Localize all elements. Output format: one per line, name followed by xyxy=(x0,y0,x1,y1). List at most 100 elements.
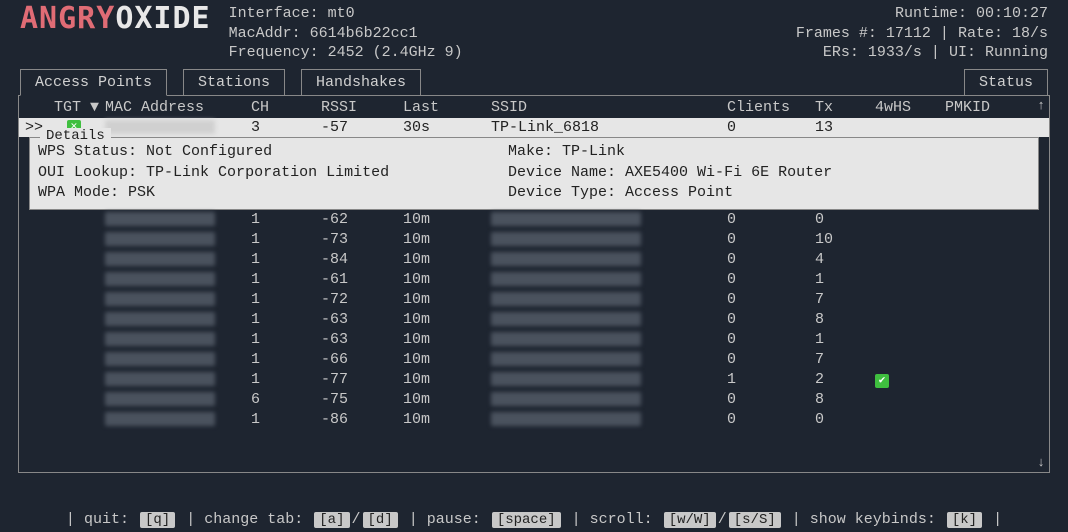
cell-rssi: -73 xyxy=(321,230,403,250)
tab-status[interactable]: Status xyxy=(964,69,1048,96)
key-space[interactable]: [space] xyxy=(492,512,561,528)
col-mac[interactable]: MAC Address xyxy=(105,99,251,116)
interface-value: mt0 xyxy=(328,5,355,22)
table-row[interactable]: 6-7510m08 xyxy=(19,390,1049,410)
col-pmkid[interactable]: PMKID xyxy=(945,99,1013,116)
col-clients[interactable]: Clients xyxy=(727,99,815,116)
col-ssid[interactable]: SSID xyxy=(491,99,727,116)
header-info-left: Interface: mt0 MacAddr: 6614b6b22cc1 Fre… xyxy=(229,4,463,63)
cell-ch: 1 xyxy=(251,230,321,250)
cell-ch: 1 xyxy=(251,330,321,350)
col-4whs[interactable]: 4wHS xyxy=(875,99,945,116)
table-row[interactable]: 1-6610m07 xyxy=(19,350,1049,370)
mac-redacted xyxy=(105,372,215,386)
rate-label: Rate: xyxy=(958,25,1003,42)
check-icon: ✔ xyxy=(875,374,889,388)
col-tgt[interactable]: TGT ▼ xyxy=(53,99,105,116)
footer-bar: | quit: [q] | change tab: [a]/[d] | paus… xyxy=(0,511,1068,528)
table-row[interactable]: 1-6210m00 xyxy=(19,210,1049,230)
cell-ch: 1 xyxy=(251,370,321,390)
table-row-selected[interactable]: >> ✕ 3 -57 30s TP-Link_6818 0 13 xyxy=(19,118,1049,138)
ers-value: 1933/s xyxy=(868,44,922,61)
logo-word-angry: ANGRY xyxy=(20,4,115,34)
mac-redacted xyxy=(105,272,215,286)
cell-last: 10m xyxy=(403,270,491,290)
cell-rssi: -66 xyxy=(321,350,403,370)
sep: | xyxy=(940,25,949,42)
cell-last: 10m xyxy=(403,230,491,250)
table-row[interactable]: 1-8410m04 xyxy=(19,250,1049,270)
cell-rssi: -72 xyxy=(321,290,403,310)
ssid-redacted xyxy=(491,292,641,306)
ssid-redacted xyxy=(491,352,641,366)
key-d[interactable]: [d] xyxy=(363,512,398,528)
col-last[interactable]: Last xyxy=(403,99,491,116)
cell-clients: 0 xyxy=(727,350,815,370)
wps-value: Not Configured xyxy=(146,143,272,160)
oui-label: OUI Lookup: xyxy=(38,164,137,181)
cell-clients: 0 xyxy=(727,330,815,350)
mac-redacted xyxy=(105,412,215,426)
ui-value: Running xyxy=(985,44,1048,61)
mac-redacted xyxy=(105,392,215,406)
table-row[interactable]: 1-7210m07 xyxy=(19,290,1049,310)
quit-label: quit: xyxy=(84,511,129,528)
cell-ch: 3 xyxy=(251,118,321,138)
mac-redacted xyxy=(105,292,215,306)
cell-rssi: -86 xyxy=(321,410,403,430)
cell-ch: 1 xyxy=(251,410,321,430)
devname-value: AXE5400 Wi-Fi 6E Router xyxy=(625,164,832,181)
pause-label: pause: xyxy=(427,511,481,528)
ssid-redacted xyxy=(491,392,641,406)
mac-redacted xyxy=(105,232,215,246)
table-row[interactable]: 1-7310m010 xyxy=(19,230,1049,250)
ui-label: UI: xyxy=(949,44,976,61)
ssid-redacted xyxy=(491,332,641,346)
mac-redacted xyxy=(105,120,215,134)
cell-clients: 0 xyxy=(727,310,815,330)
cell-rssi: -84 xyxy=(321,250,403,270)
mac-redacted xyxy=(105,252,215,266)
cell-tx: 0 xyxy=(815,410,875,430)
col-tx[interactable]: Tx xyxy=(815,99,875,116)
table-row[interactable]: 1-8610m00 xyxy=(19,410,1049,430)
table-row[interactable]: 1-6310m01 xyxy=(19,330,1049,350)
tab-access-points[interactable]: Access Points xyxy=(20,69,167,96)
runtime-label: Runtime: xyxy=(895,5,967,22)
col-rssi[interactable]: RSSI xyxy=(321,99,403,116)
cell-ch: 1 xyxy=(251,310,321,330)
table-row[interactable]: 1-7710m12✔ xyxy=(19,370,1049,390)
cell-ch: 1 xyxy=(251,210,321,230)
details-panel: Details WPS Status: Not Configured Make:… xyxy=(29,137,1039,210)
cell-rssi: -61 xyxy=(321,270,403,290)
cell-4whs: ✔ xyxy=(875,370,945,390)
cell-ch: 1 xyxy=(251,350,321,370)
cell-ch: 6 xyxy=(251,390,321,410)
key-k[interactable]: [k] xyxy=(947,512,982,528)
frames-label: Frames #: xyxy=(796,25,877,42)
cell-last: 10m xyxy=(403,390,491,410)
cell-ch: 1 xyxy=(251,290,321,310)
app-logo: ANGRYOXIDE xyxy=(20,4,211,34)
key-q[interactable]: [q] xyxy=(140,512,175,528)
key-s[interactable]: [s/S] xyxy=(729,512,781,528)
tab-stations[interactable]: Stations xyxy=(183,69,285,96)
cell-4whs xyxy=(875,310,945,330)
header-info-right: Runtime: 00:10:27 Frames #: 17112 | Rate… xyxy=(796,4,1048,63)
freq-value: 2452 (2.4GHz 9) xyxy=(328,44,463,61)
cell-clients: 0 xyxy=(727,270,815,290)
cell-clients: 0 xyxy=(727,290,815,310)
wpa-value: PSK xyxy=(128,184,155,201)
table-row[interactable]: 1-6110m01 xyxy=(19,270,1049,290)
col-ch[interactable]: CH xyxy=(251,99,321,116)
key-a[interactable]: [a] xyxy=(314,512,349,528)
cell-tx: 13 xyxy=(815,118,875,138)
wps-label: WPS Status: xyxy=(38,143,137,160)
ssid-redacted xyxy=(491,232,641,246)
cell-last: 10m xyxy=(403,350,491,370)
tab-handshakes[interactable]: Handshakes xyxy=(301,69,421,96)
cell-tx: 1 xyxy=(815,270,875,290)
table-row[interactable]: 1-6310m08 xyxy=(19,310,1049,330)
key-w[interactable]: [w/W] xyxy=(664,512,716,528)
change-tab-label: change tab: xyxy=(204,511,303,528)
